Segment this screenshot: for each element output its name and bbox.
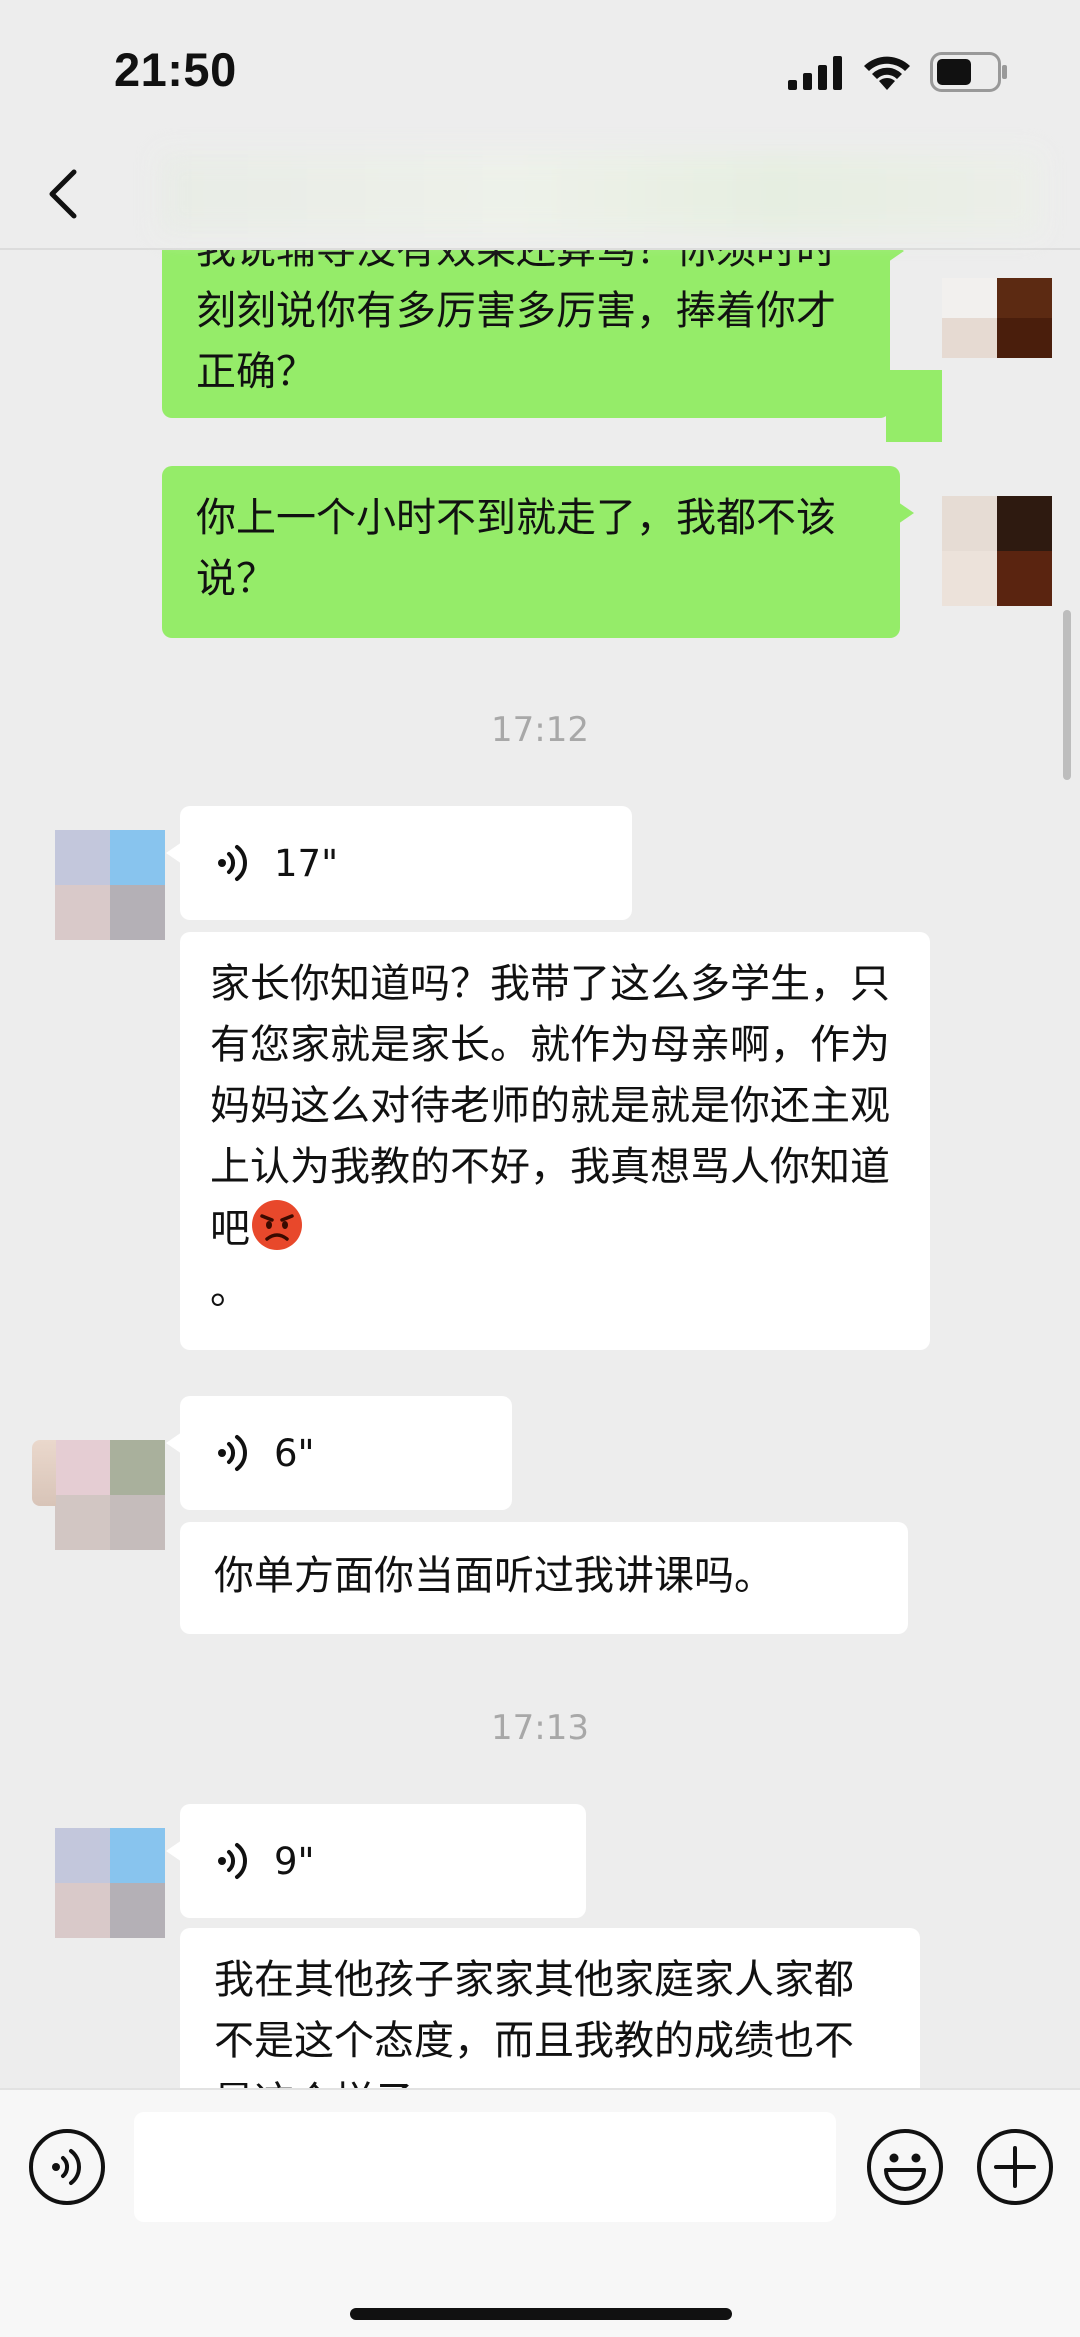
avatar-edge-decoration (32, 1440, 56, 1506)
home-indicator[interactable] (350, 2308, 732, 2320)
message-text: 你上一个小时不到就走了，我都不该说？ (196, 495, 836, 602)
message-input[interactable] (134, 2112, 836, 2222)
incoming-message[interactable]: 我在其他孩子家家其他家庭家人家都不是这个态度，而且我教的成绩也不是这个样子 (180, 1928, 920, 2088)
green-bubble-fragment (886, 370, 942, 442)
message-text: 我在其他孩子家家其他家庭家人家都不是这个态度，而且我教的成绩也不是这个样子 (214, 1957, 854, 2088)
status-bar: 21:50 (0, 0, 1080, 140)
incoming-message[interactable]: 家长你知道吗？我带了这么多学生，只有您家就是家长。就作为母亲啊，作为妈妈这么对待… (180, 932, 930, 1350)
chat-message-list[interactable]: 我说辅导没有效果还算骂？你须时时刻刻说你有多厉害多厉害，捧着你才正确？ 你上一个… (0, 250, 1080, 2088)
contact-avatar[interactable] (55, 830, 165, 940)
contact-avatar[interactable] (55, 1440, 165, 1550)
voice-wave-icon (218, 845, 247, 881)
incoming-message[interactable]: 你单方面你当面听过我讲课吗。 (180, 1522, 908, 1634)
voice-duration: 6" (274, 1431, 315, 1475)
voice-duration: 17" (274, 841, 339, 885)
wifi-icon (864, 56, 910, 90)
contact-title-redaction (160, 154, 1040, 234)
smiley-icon[interactable] (866, 2128, 944, 2206)
voice-message[interactable]: 17" (166, 806, 632, 920)
angry-face-icon (252, 1200, 302, 1250)
battery-icon (930, 52, 1007, 92)
timestamp: 17:12 (491, 710, 589, 750)
status-time: 21:50 (114, 43, 237, 96)
voice-wave-icon (218, 1435, 247, 1471)
voice-message[interactable]: 9" (166, 1804, 586, 1918)
voice-message[interactable]: 6" (166, 1396, 512, 1510)
chevron-left-icon[interactable] (36, 162, 92, 226)
my-avatar[interactable] (942, 278, 1052, 358)
voice-mode-icon[interactable] (28, 2128, 106, 2206)
voice-wave-icon (218, 1843, 247, 1879)
outgoing-message[interactable]: 你上一个小时不到就走了，我都不该说？ (162, 466, 914, 638)
outgoing-message[interactable]: 我说辅导没有效果还算骂？你须时时刻刻说你有多厉害多厉害，捧着你才正确？ (162, 250, 904, 418)
contact-avatar[interactable] (55, 1828, 165, 1938)
message-text: 我说辅导没有效果还算骂？你须时时刻刻说你有多厉害多厉害，捧着你才正确？ (196, 250, 836, 395)
message-text-tail: 。 (210, 1267, 250, 1313)
timestamp: 17:13 (491, 1708, 589, 1748)
my-avatar[interactable] (942, 496, 1052, 606)
plus-icon[interactable] (976, 2128, 1054, 2206)
signal-icon (788, 56, 842, 90)
chat-header (0, 140, 1080, 250)
message-text: 你单方面你当面听过我讲课吗。 (214, 1553, 774, 1599)
voice-duration: 9" (274, 1839, 315, 1883)
input-bar (0, 2088, 1080, 2337)
message-text: 家长你知道吗？我带了这么多学生，只有您家就是家长。就作为母亲啊，作为妈妈这么对待… (210, 961, 890, 1252)
scroll-indicator[interactable] (1063, 610, 1071, 780)
